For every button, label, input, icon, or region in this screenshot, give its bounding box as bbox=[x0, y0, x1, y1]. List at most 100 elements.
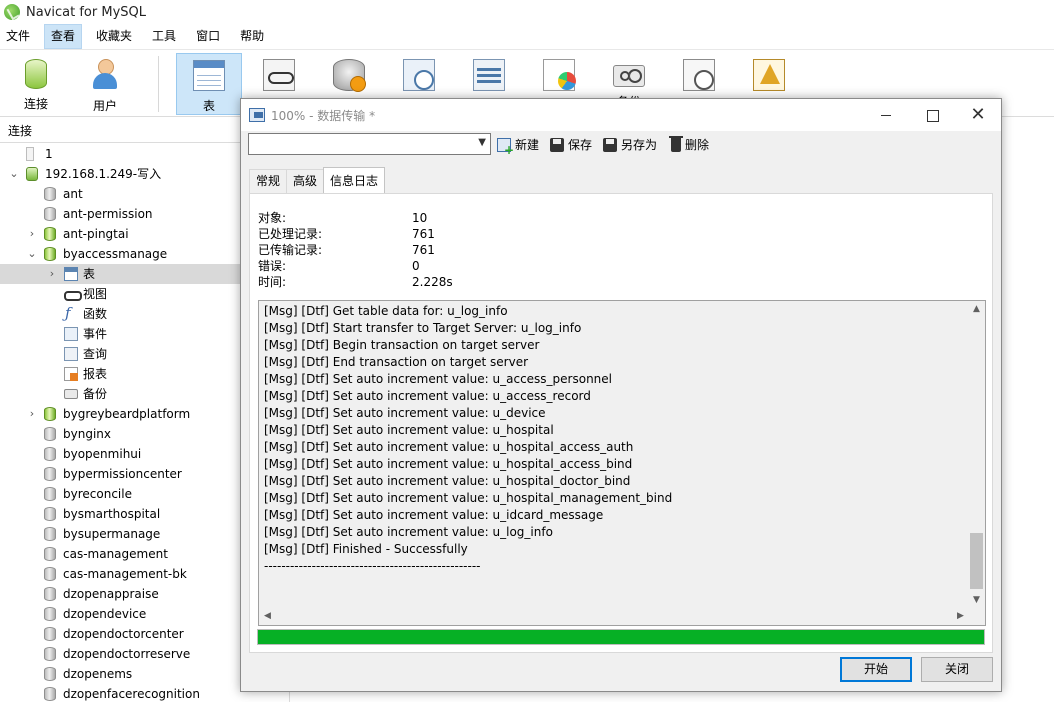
new-button[interactable]: 新建 bbox=[497, 136, 539, 157]
scroll-right-icon[interactable]: ▶ bbox=[952, 608, 969, 625]
db-green-icon bbox=[44, 407, 56, 421]
data-transfer-dialog: 100% - 数据传输 * ✕ ▼ 新建 保存 另存为 删除 常规 高级 信息日… bbox=[240, 98, 1002, 692]
log-line: [Msg] [Dtf] Start transfer to Target Ser… bbox=[264, 321, 582, 335]
log-line: [Msg] [Dtf] Set auto increment value: u_… bbox=[264, 440, 634, 454]
log-line: [Msg] [Dtf] Set auto increment value: u_… bbox=[264, 406, 546, 420]
db-grey-icon bbox=[44, 527, 56, 541]
log-horizontal-scrollbar[interactable]: ◀ ▶ bbox=[259, 608, 969, 625]
stat-label: 错误: bbox=[258, 259, 287, 273]
tree-item-label: 事件 bbox=[83, 327, 108, 341]
profile-select[interactable]: ▼ bbox=[248, 133, 491, 155]
tree-item-label: ant bbox=[63, 187, 83, 201]
app-titlebar: Navicat for MySQL bbox=[0, 0, 1054, 24]
menu-favorites[interactable]: 收藏夹 bbox=[90, 24, 138, 49]
transfer-progress-bar bbox=[257, 629, 985, 645]
chevron-down-icon[interactable]: ⌄ bbox=[26, 244, 38, 264]
event-icon bbox=[64, 327, 78, 341]
tree-item-label: cas-management-bk bbox=[63, 567, 187, 581]
minimize-button[interactable] bbox=[863, 99, 909, 131]
delete-button[interactable]: 删除 bbox=[669, 135, 710, 153]
report-icon bbox=[64, 367, 78, 381]
stat-label: 已传输记录: bbox=[258, 243, 323, 257]
app-title: Navicat for MySQL bbox=[26, 4, 146, 20]
query-icon bbox=[64, 347, 78, 361]
user-button[interactable]: 用户 bbox=[72, 53, 138, 115]
view-icon bbox=[263, 59, 295, 91]
log-line: [Msg] [Dtf] Set auto increment value: u_… bbox=[264, 423, 554, 437]
scroll-up-icon[interactable]: ▲ bbox=[968, 301, 985, 318]
stat-value: 761 bbox=[412, 227, 435, 241]
tab-message-log[interactable]: 信息日志 bbox=[323, 167, 386, 193]
chevron-down-icon[interactable]: ⌄ bbox=[8, 164, 20, 184]
scroll-left-icon[interactable]: ◀ bbox=[259, 608, 276, 625]
tree-item-label: 视图 bbox=[83, 287, 108, 301]
progress-fill bbox=[258, 630, 984, 644]
db-grey-icon bbox=[44, 187, 56, 201]
chevron-right-icon[interactable]: › bbox=[46, 264, 58, 284]
menu-window[interactable]: 窗口 bbox=[190, 24, 226, 49]
tree-item-label: 查询 bbox=[83, 347, 108, 361]
menu-view[interactable]: 查看 bbox=[44, 24, 83, 49]
stat-value: 761 bbox=[412, 243, 435, 257]
log-line: ----------------------------------------… bbox=[264, 559, 481, 573]
menu-tools[interactable]: 工具 bbox=[146, 24, 182, 49]
tree-item-label: bysupermanage bbox=[63, 527, 161, 541]
stat-row: 对象: 10 bbox=[258, 210, 518, 226]
dialog-tabs: 常规 高级 信息日志 bbox=[249, 167, 386, 193]
dialog-titlebar: 100% - 数据传输 * ✕ bbox=[241, 99, 1001, 131]
tab-general[interactable]: 常规 bbox=[249, 169, 288, 193]
user-icon bbox=[90, 59, 120, 91]
save-button[interactable]: 保存 bbox=[550, 136, 592, 153]
menu-help[interactable]: 帮助 bbox=[234, 24, 270, 49]
db-grey-icon bbox=[44, 547, 56, 561]
chevron-right-icon[interactable]: › bbox=[26, 404, 38, 424]
dialog-title: 100% - 数据传输 * bbox=[271, 109, 376, 123]
stat-row: 已传输记录: 761 bbox=[258, 242, 518, 258]
backup-icon bbox=[613, 65, 645, 87]
db-grey-icon bbox=[44, 447, 56, 461]
stat-label: 对象: bbox=[258, 211, 287, 225]
tree-item-label: dzopenfacerecognition bbox=[63, 687, 200, 701]
save-as-button[interactable]: 另存为 bbox=[603, 136, 657, 153]
query-icon bbox=[473, 59, 505, 91]
tree-item-label: dzopendevice bbox=[63, 607, 147, 621]
tree-item-label: bynginx bbox=[63, 427, 111, 441]
delete-label: 删除 bbox=[685, 138, 710, 152]
tree-item-label: 192.168.1.249-写入 bbox=[45, 167, 162, 181]
stat-row: 错误: 0 bbox=[258, 258, 518, 274]
db-grey-icon bbox=[44, 487, 56, 501]
close-window-button[interactable]: ✕ bbox=[955, 99, 1001, 131]
scroll-thumb[interactable] bbox=[970, 533, 983, 589]
tab-advanced[interactable]: 高级 bbox=[286, 169, 325, 193]
scroll-down-icon[interactable]: ▼ bbox=[968, 592, 985, 609]
log-line: [Msg] [Dtf] Get table data for: u_log_in… bbox=[264, 304, 508, 318]
table-button[interactable]: 表 bbox=[176, 53, 242, 115]
menu-bar: 文件 查看 收藏夹 工具 窗口 帮助 bbox=[0, 24, 1054, 49]
log-text: [Msg] [Dtf] Get table data for: u_log_in… bbox=[264, 303, 964, 603]
db-grey-icon bbox=[44, 647, 56, 661]
close-button[interactable]: 关闭 bbox=[921, 657, 993, 682]
function-icon bbox=[333, 59, 366, 92]
tree-item-label: dzopenems bbox=[63, 667, 133, 681]
view-icon bbox=[64, 287, 82, 301]
maximize-button[interactable] bbox=[909, 99, 955, 131]
trash-icon bbox=[669, 135, 683, 152]
start-button[interactable]: 开始 bbox=[840, 657, 912, 682]
log-box[interactable]: [Msg] [Dtf] Get table data for: u_log_in… bbox=[258, 300, 986, 626]
connection-button[interactable]: 连接 bbox=[3, 53, 69, 115]
chevron-right-icon[interactable]: › bbox=[26, 224, 38, 244]
func-icon bbox=[64, 303, 78, 323]
tree-item-label: cas-management bbox=[63, 547, 168, 561]
db-grey-icon bbox=[44, 627, 56, 641]
log-line: [Msg] [Dtf] Begin transaction on target … bbox=[264, 338, 540, 352]
message-log-panel: 对象: 10 已处理记录: 761 已传输记录: 761 错误: 0 时间: 2.228s [Ms… bbox=[249, 193, 993, 653]
menu-file[interactable]: 文件 bbox=[0, 24, 36, 49]
data-transfer-icon bbox=[249, 108, 265, 122]
transfer-stats: 对象: 10 已处理记录: 761 已传输记录: 761 错误: 0 时间: 2.228s bbox=[258, 210, 518, 290]
tree-item-label: bypermissioncenter bbox=[63, 467, 182, 481]
stat-value: 0 bbox=[412, 259, 420, 273]
backup-icon bbox=[64, 389, 78, 399]
conn-icon bbox=[26, 167, 38, 181]
log-line: [Msg] [Dtf] Set auto increment value: u_… bbox=[264, 474, 631, 488]
log-vertical-scrollbar[interactable]: ▲ ▼ bbox=[968, 301, 985, 609]
